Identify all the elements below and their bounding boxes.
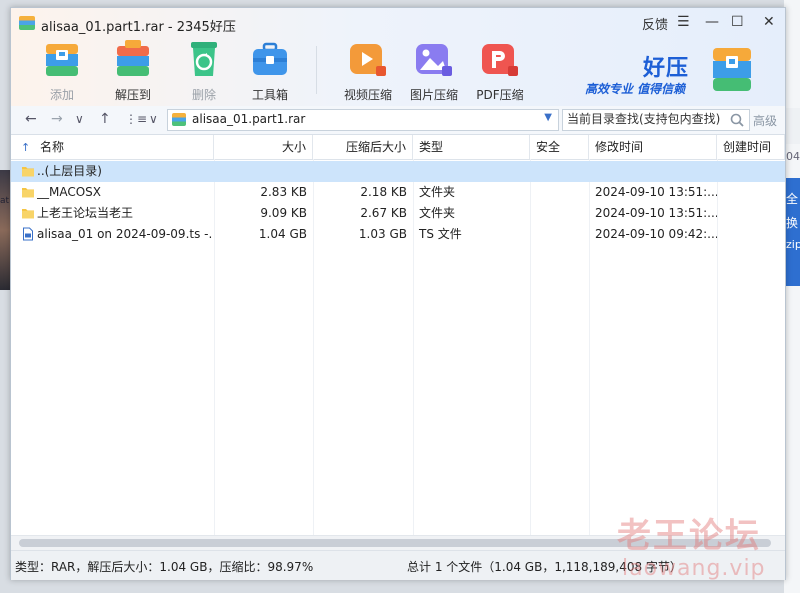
- column-headers: ↑ 名称 大小 压缩后大小 类型 安全 修改时间 创建时间: [11, 135, 785, 160]
- toolbox-button[interactable]: 工具箱: [239, 38, 301, 103]
- window-header: alisaa_01.part1.rar - 2345好压 反馈 ☰ — ☐ ✕ …: [11, 8, 785, 106]
- archive-icon: [172, 113, 186, 126]
- file-type: 文件夹: [419, 206, 456, 220]
- pdf-compress-button-label: PDF压缩: [476, 88, 524, 102]
- file-name: alisaa_01 on 2024-09-09.ts -...: [37, 227, 213, 241]
- sort-ascending-icon: ↑: [21, 141, 31, 154]
- toolbar-separator: [316, 46, 317, 94]
- path-text: alisaa_01.part1.rar: [192, 112, 306, 126]
- file-type: [413, 161, 530, 182]
- file-size: [214, 161, 313, 182]
- add-button-label: 添加: [49, 88, 74, 102]
- ts-file-icon: [23, 227, 33, 241]
- extract-to-button-label: 解压到: [114, 88, 151, 102]
- file-row[interactable]: alisaa_01 on 2024-09-09.ts -... 1.04 GB 1.…: [11, 224, 785, 245]
- path-dropdown-icon[interactable]: ▼: [544, 112, 552, 123]
- search-input[interactable]: [567, 112, 721, 126]
- file-row[interactable]: __MACOSX 2.83 KB 2.18 KB 文件夹 2024-09-10 13:5…: [11, 182, 785, 203]
- file-packed-size: 2.18 KB: [360, 185, 407, 199]
- file-packed-size: 2.67 KB: [360, 206, 407, 220]
- feedback-link[interactable]: 反馈: [642, 14, 668, 33]
- maximize-icon[interactable]: ☐: [731, 14, 744, 30]
- file-name: 上老王论坛当老王: [37, 206, 134, 220]
- background-text: at: [0, 196, 10, 206]
- column-name-label: 名称: [40, 140, 65, 154]
- column-name[interactable]: ↑ 名称: [11, 135, 214, 159]
- brand-slogan: 高效专业 值得信赖: [585, 82, 686, 96]
- column-modified[interactable]: 修改时间: [589, 135, 717, 159]
- column-security[interactable]: 安全: [530, 135, 589, 159]
- image-compress-button-label: 图片压缩: [409, 88, 458, 102]
- search-icon[interactable]: [729, 112, 745, 128]
- watermark-title: 老王论坛: [617, 516, 761, 556]
- file-modified: [589, 161, 717, 182]
- image-compress-icon: [416, 44, 452, 76]
- history-dropdown-icon[interactable]: ∨: [75, 112, 84, 126]
- background-number: 04: [786, 150, 800, 163]
- video-compress-icon: [350, 44, 386, 76]
- folder-icon: [22, 188, 34, 198]
- file-type: TS 文件: [419, 227, 462, 241]
- file-row[interactable]: ..(上层目录): [11, 161, 785, 182]
- window-title: alisaa_01.part1.rar - 2345好压: [41, 20, 236, 35]
- column-type[interactable]: 类型: [413, 135, 530, 159]
- file-modified: 2024-09-10 09:42:...: [595, 227, 717, 241]
- file-size: 2.83 KB: [260, 185, 307, 199]
- toolbox-icon: [253, 42, 287, 75]
- folder-icon: [22, 167, 34, 177]
- archive-info: 类型：RAR，解压后大小：1.04 GB，压缩比：98.97%: [15, 560, 314, 574]
- background-char: zip: [786, 238, 800, 251]
- desktop-background: [784, 0, 800, 593]
- background-char: 全: [786, 192, 799, 206]
- desktop-background-strip: [784, 108, 800, 144]
- watermark-url: laowang.vip: [622, 556, 766, 581]
- column-size[interactable]: 大小: [214, 135, 313, 159]
- file-modified: 2024-09-10 13:51:...: [595, 185, 717, 199]
- search-field: [562, 109, 750, 131]
- image-compress-button[interactable]: 图片压缩: [403, 38, 465, 103]
- file-packed-size: 1.03 GB: [358, 227, 407, 241]
- back-icon[interactable]: ←: [25, 111, 37, 127]
- up-level-icon[interactable]: ↑: [99, 111, 111, 127]
- background-photo: [0, 170, 10, 290]
- minimize-icon[interactable]: —: [705, 14, 719, 30]
- view-mode-icon[interactable]: ⋮≡: [125, 112, 147, 126]
- brand-name: 好压: [643, 56, 690, 81]
- file-packed-size: [313, 161, 413, 182]
- menu-icon[interactable]: ☰: [677, 14, 690, 30]
- video-compress-button[interactable]: 视频压缩: [337, 38, 399, 103]
- column-packed-size[interactable]: 压缩后大小: [313, 135, 413, 159]
- toolbox-button-label: 工具箱: [251, 88, 288, 102]
- video-compress-button-label: 视频压缩: [343, 88, 392, 102]
- file-modified: 2024-09-10 13:51:...: [595, 206, 717, 220]
- file-name: ..(上层目录): [37, 164, 102, 178]
- app-logo-icon: [19, 16, 35, 30]
- file-name: __MACOSX: [37, 185, 102, 199]
- recycle-bin-icon: [191, 42, 217, 76]
- folder-icon: [22, 209, 34, 219]
- close-icon[interactable]: ✕: [763, 14, 775, 30]
- background-char: 换: [786, 216, 799, 230]
- advanced-search-link[interactable]: 高级: [753, 112, 777, 129]
- file-size: 1.04 GB: [258, 227, 307, 241]
- pdf-compress-button[interactable]: PDF压缩: [469, 38, 531, 103]
- add-button[interactable]: 添加: [31, 38, 93, 103]
- file-size: 9.09 KB: [260, 206, 307, 220]
- extract-box-icon: [117, 40, 149, 76]
- pdf-compress-icon: [482, 44, 518, 76]
- column-created[interactable]: 创建时间: [717, 135, 785, 159]
- brand-logo-icon: [713, 48, 751, 91]
- view-mode-dropdown-icon[interactable]: ∨: [149, 112, 158, 126]
- forward-icon[interactable]: →: [51, 111, 63, 127]
- haozip-window: alisaa_01.part1.rar - 2345好压 反馈 ☰ — ☐ ✕ …: [10, 7, 786, 580]
- delete-button[interactable]: 删除: [173, 38, 235, 103]
- file-list: ↑ 名称 大小 压缩后大小 类型 安全 修改时间 创建时间 ..(上层目录) __…: [11, 135, 785, 535]
- extract-to-button[interactable]: 解压到: [102, 38, 164, 103]
- file-row[interactable]: 上老王论坛当老王 9.09 KB 2.67 KB 文件夹 2024-09-10 13:5…: [11, 203, 785, 224]
- path-field[interactable]: alisaa_01.part1.rar ▼: [167, 109, 559, 131]
- address-bar: ← → ∨ ↑ ⋮≡ ∨ alisaa_01.part1.rar ▼ 高级: [11, 106, 785, 135]
- add-box-icon: [46, 44, 78, 76]
- delete-button-label: 删除: [191, 88, 216, 102]
- file-type: 文件夹: [419, 185, 456, 199]
